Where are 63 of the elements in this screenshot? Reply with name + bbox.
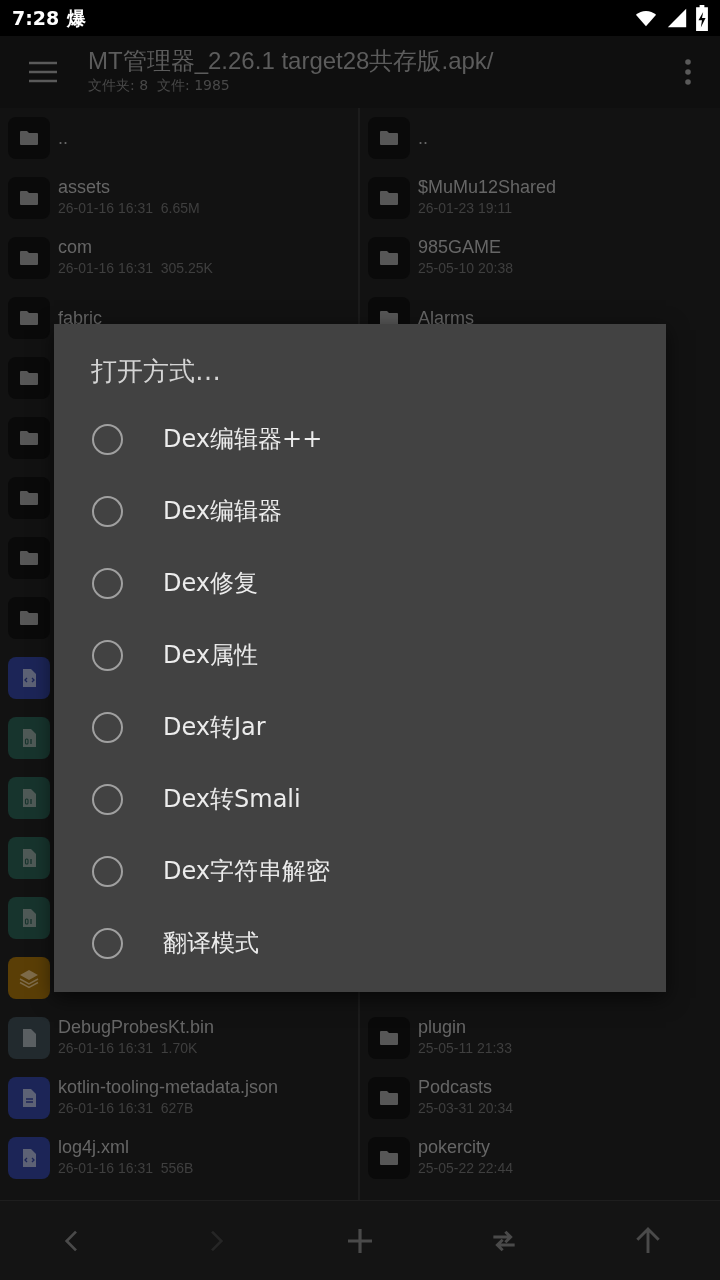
folder-icon — [8, 417, 50, 459]
folder-icon — [8, 297, 50, 339]
file-name: log4j.xml — [58, 1137, 131, 1158]
document-icon — [8, 1077, 50, 1119]
file-name: DebugProbesKt.bin — [58, 1017, 215, 1038]
code-file-icon — [8, 1137, 50, 1179]
battery-icon — [696, 5, 708, 31]
code-file-icon — [8, 657, 50, 699]
file-name: Alarms — [418, 307, 474, 329]
option-item[interactable]: 翻译模式 — [54, 907, 666, 979]
option-item[interactable]: Dex修复 — [54, 547, 666, 619]
binary-file-icon — [8, 897, 50, 939]
folder-icon — [368, 237, 410, 279]
option-item[interactable]: Dex编辑器++ — [54, 403, 666, 475]
folder-icon — [8, 597, 50, 639]
folder-icon — [8, 237, 50, 279]
option-item[interactable]: Dex编辑器 — [54, 475, 666, 547]
option-item[interactable]: Dex转Jar — [54, 691, 666, 763]
folder-icon — [368, 1017, 410, 1059]
folder-icon — [8, 117, 50, 159]
option-item[interactable]: Dex转Smali — [54, 763, 666, 835]
radio-button[interactable] — [92, 495, 123, 527]
option-item[interactable]: Dex字符串解密 — [54, 835, 666, 907]
file-name: assets — [58, 177, 112, 198]
folder-icon — [368, 1077, 410, 1119]
radio-button[interactable] — [92, 783, 123, 815]
binary-file-icon — [8, 717, 50, 759]
file-name: 985GAME — [418, 237, 503, 258]
file-icon — [8, 1017, 50, 1059]
dialog-title: 打开方式… — [90, 355, 222, 388]
file-name: Podcasts — [418, 1077, 494, 1098]
file-name: pokercity — [418, 1137, 492, 1158]
menu-icon[interactable] — [28, 61, 58, 83]
binary-file-icon — [8, 837, 50, 879]
file-name: com — [58, 237, 93, 258]
radio-button[interactable] — [92, 567, 123, 599]
signal-icon — [666, 7, 688, 29]
clock: 7:28 — [12, 5, 60, 31]
folder-icon — [368, 177, 410, 219]
file-name: kotlin-tooling-metadata.json — [58, 1077, 279, 1098]
file-name: plugin — [418, 1017, 468, 1038]
folder-icon — [8, 537, 50, 579]
folder-icon — [368, 117, 410, 159]
folder-icon — [8, 357, 50, 399]
path-title: MT管理器_2.26.1 target28共存版.apk/ — [88, 48, 495, 75]
more-options-icon[interactable] — [684, 59, 692, 85]
file-name: fabric — [58, 307, 102, 329]
folder-icon — [8, 477, 50, 519]
folder-icon — [8, 177, 50, 219]
radio-button[interactable] — [92, 639, 123, 671]
notification-icon: 爆 — [67, 3, 87, 33]
radio-button[interactable] — [92, 855, 123, 887]
option-item[interactable]: Dex属性 — [54, 619, 666, 691]
file-name: .. — [418, 127, 428, 149]
folder-file-count: 文件夹: 8 文件: 1985 — [88, 75, 231, 95]
folder-icon — [368, 1137, 410, 1179]
radio-button[interactable] — [92, 927, 123, 959]
radio-button[interactable] — [92, 711, 123, 743]
radio-button[interactable] — [92, 423, 123, 455]
file-name: .. — [58, 127, 68, 149]
layers-icon — [8, 957, 50, 999]
binary-file-icon — [8, 777, 50, 819]
file-name: $MuMu12Shared — [418, 177, 557, 198]
